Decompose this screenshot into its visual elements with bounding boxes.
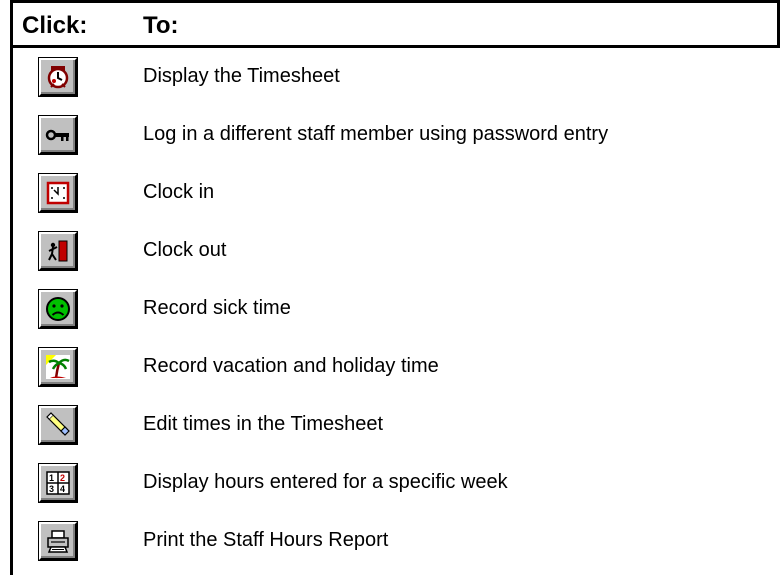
row-description: Clock in bbox=[143, 181, 215, 203]
print-report-button[interactable] bbox=[39, 522, 77, 560]
week-hours-button[interactable]: 1 2 3 4 bbox=[39, 464, 77, 502]
key-icon bbox=[45, 129, 69, 141]
clock-out-button[interactable] bbox=[39, 232, 77, 270]
timesheet-clock-icon bbox=[47, 66, 69, 89]
edit-times-button[interactable] bbox=[39, 406, 77, 444]
palm-tree-icon bbox=[46, 355, 70, 379]
row-description: Display the Timesheet bbox=[143, 65, 340, 87]
table-row: Record vacation and holiday time bbox=[0, 342, 780, 400]
header-rule bbox=[10, 45, 780, 48]
row-description: Edit times in the Timesheet bbox=[143, 413, 384, 435]
table-row: 1 2 3 4 Display hours entered for a spec… bbox=[0, 458, 780, 516]
svg-text:2: 2 bbox=[60, 473, 65, 483]
svg-text:1: 1 bbox=[49, 473, 54, 483]
table-row: Log in a different staff member using pa… bbox=[0, 110, 780, 168]
table-row: Clock in bbox=[0, 168, 780, 226]
table-top-border bbox=[10, 0, 780, 3]
login-button[interactable] bbox=[39, 116, 77, 154]
clock-in-button[interactable] bbox=[39, 174, 77, 212]
row-description: Display hours entered for a specific wee… bbox=[143, 471, 508, 493]
printer-icon bbox=[47, 530, 69, 553]
table-row: Record sick time bbox=[0, 284, 780, 342]
table-row: Display the Timesheet bbox=[0, 52, 780, 110]
sick-time-button[interactable] bbox=[39, 290, 77, 328]
table-row: Print the Staff Hours Report bbox=[0, 516, 780, 574]
sad-face-icon bbox=[46, 297, 70, 321]
svg-text:3: 3 bbox=[49, 484, 54, 494]
row-description: Record vacation and holiday time bbox=[143, 355, 439, 377]
svg-text:4: 4 bbox=[60, 484, 65, 494]
toolbar-button-reference-table: Click: To: Display the Timesheet Log in … bbox=[0, 0, 780, 575]
table-row: Clock out bbox=[0, 226, 780, 284]
exit-door-icon bbox=[48, 240, 68, 262]
eraser-pencil-icon bbox=[46, 412, 70, 436]
row-description: Clock out bbox=[143, 239, 227, 261]
vacation-time-button[interactable] bbox=[39, 348, 77, 386]
table-row: Edit times in the Timesheet bbox=[0, 400, 780, 458]
row-description: Log in a different staff member using pa… bbox=[143, 123, 609, 145]
clock-in-icon bbox=[46, 181, 70, 205]
column-header-to: To: bbox=[143, 12, 179, 39]
row-description: Record sick time bbox=[143, 297, 291, 319]
column-header-click: Click: bbox=[22, 12, 88, 39]
calendar-week-icon: 1 2 3 4 bbox=[46, 471, 70, 495]
row-description: Print the Staff Hours Report bbox=[143, 529, 389, 551]
timesheet-button[interactable] bbox=[39, 58, 77, 96]
